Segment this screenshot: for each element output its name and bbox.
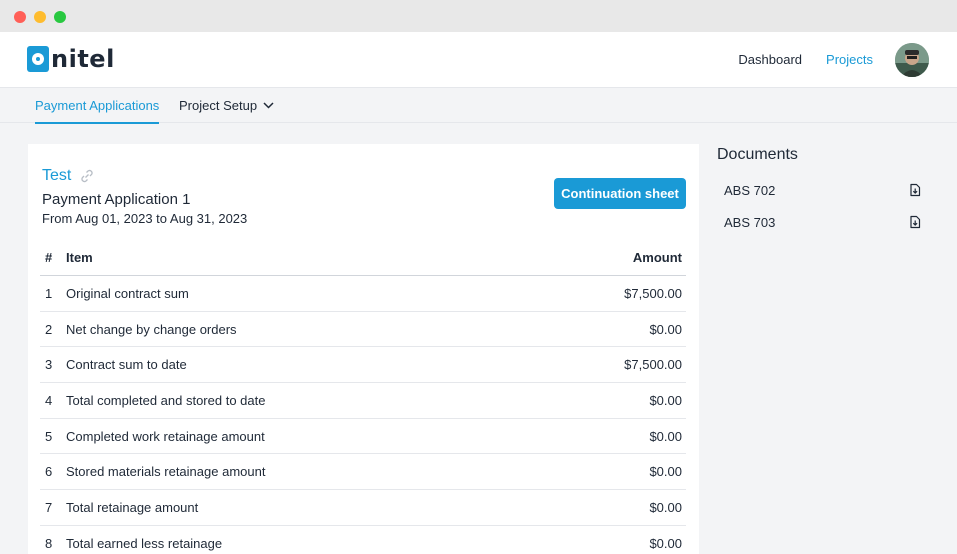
document-name: ABS 703 [724,214,776,230]
row-num: 6 [45,464,53,480]
row-num: 3 [45,357,53,373]
sub-navigation: Payment Applications Project Setup [0,88,957,124]
application-date-range: From Aug 01, 2023 to Aug 31, 2023 [42,211,248,226]
logo-mark-icon [27,46,49,72]
row-item: Total earned less retainage [66,535,223,551]
chevron-down-icon [263,102,274,109]
payment-application-card: Test Payment Application 1 From Aug 01, … [28,144,699,554]
application-title[interactable]: Test [42,167,95,185]
documents-title: Documents [717,146,798,163]
row-item: Net change by change orders [66,321,237,337]
table-row: 2 Net change by change orders $0.00 [40,312,686,348]
row-item: Completed work retainage amount [66,428,265,444]
row-amount: $0.00 [649,321,682,337]
row-num: 1 [45,285,53,301]
document-item[interactable]: ABS 703 [717,206,932,238]
tab-project-setup[interactable]: Project Setup [179,98,274,113]
row-amount: $7,500.00 [624,285,682,301]
table-header: # Item Amount [40,240,686,276]
table-row: 3 Contract sum to date $7,500.00 [40,347,686,384]
nav-dashboard[interactable]: Dashboard [738,52,802,67]
row-num: 7 [45,499,53,515]
title-bar [0,0,957,32]
minimize-window-button[interactable] [34,11,46,23]
row-num: 5 [45,428,53,444]
close-window-button[interactable] [14,11,26,23]
row-item: Total retainage amount [66,499,199,515]
table-row: 7 Total retainage amount $0.00 [40,490,686,526]
table-row: 8 Total earned less retainage $0.00 [40,526,686,554]
column-header-num: # [45,250,53,265]
file-download-icon[interactable] [908,183,922,197]
row-item: Total completed and stored to date [66,392,266,408]
document-name: ABS 702 [724,182,776,198]
row-num: 4 [45,392,53,408]
document-item[interactable]: ABS 702 [717,174,932,206]
logo-text: nitel [51,45,115,73]
summary-table: # Item Amount 1 Original contract sum $7… [40,240,686,554]
row-amount: $0.00 [649,428,682,444]
application-title-text: Test [42,167,72,184]
row-amount: $0.00 [649,535,682,551]
main-nav: Dashboard Projects [738,52,873,67]
table-row: 1 Original contract sum $7,500.00 [40,276,686,312]
avatar[interactable] [895,43,929,77]
table-row: 6 Stored materials retainage amount $0.0… [40,454,686,491]
tab-payment-applications[interactable]: Payment Applications [35,98,160,124]
nav-projects[interactable]: Projects [826,52,873,67]
file-download-icon[interactable] [908,215,922,229]
table-row: 4 Total completed and stored to date $0.… [40,383,686,419]
application-subtitle: Payment Application 1 [42,191,191,208]
row-item: Stored materials retainage amount [66,464,266,480]
user-photo-icon [895,43,929,77]
row-amount: $7,500.00 [624,357,682,373]
link-icon[interactable] [79,168,95,184]
row-num: 2 [45,321,53,337]
row-amount: $0.00 [649,392,682,408]
top-navigation: nitel Dashboard Projects [0,32,957,88]
continuation-sheet-button[interactable]: Continuation sheet [554,178,686,209]
row-amount: $0.00 [649,464,682,480]
row-num: 8 [45,535,53,551]
logo[interactable]: nitel [27,45,115,73]
tab-project-setup-label: Project Setup [179,98,258,113]
documents-panel: Documents ABS 702 ABS 703 [717,146,932,238]
maximize-window-button[interactable] [54,11,66,23]
row-item: Contract sum to date [66,357,187,373]
column-header-amount: Amount [632,250,682,265]
row-item: Original contract sum [66,285,189,301]
table-row: 5 Completed work retainage amount $0.00 [40,419,686,455]
row-amount: $0.00 [649,499,682,515]
app-window: nitel Dashboard Projects Payment Applica… [0,0,957,554]
column-header-item: Item [66,250,93,265]
